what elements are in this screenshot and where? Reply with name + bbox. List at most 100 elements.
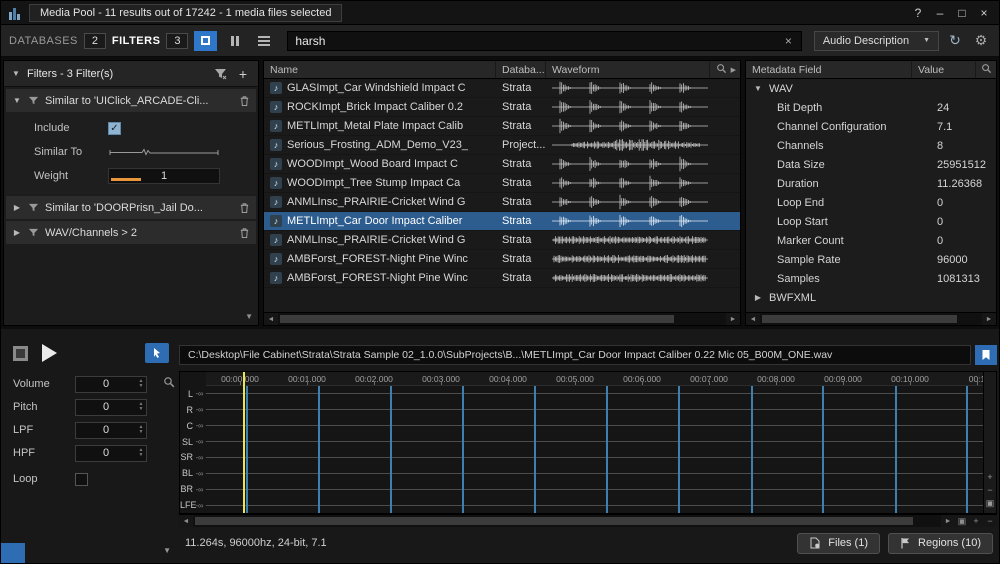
scroll-down-icon[interactable]: ▼ [163, 546, 171, 555]
file-path-field[interactable]: C:\Desktop\File Cabinet\Strata\Strata Sa… [179, 345, 971, 365]
scroll-left-icon[interactable]: ◄ [746, 313, 760, 326]
metadata-horizontal-scrollbar[interactable]: ◄ ► [746, 312, 996, 325]
scrollbar-track[interactable] [193, 515, 941, 527]
weight-slider[interactable]: 1 [108, 168, 220, 184]
filter-group-header[interactable]: ▼Similar to 'UIClick_ARCADE-Cli... [6, 89, 256, 112]
chevron-icon[interactable]: ▼ [12, 96, 22, 105]
column-header-waveform[interactable]: Waveform [546, 61, 710, 78]
time-ruler[interactable]: 00:00.00000:01.00000:02.00000:03.00000:0… [206, 372, 983, 386]
fit-view-icon[interactable]: ▣ [986, 499, 995, 508]
waveform-vertical-scrollbar[interactable]: + − ▣ [983, 372, 996, 513]
files-button[interactable]: Files (1) [797, 533, 880, 554]
play-button[interactable] [42, 344, 57, 362]
stop-button[interactable] [13, 346, 28, 361]
view-mode-button[interactable] [194, 31, 217, 51]
zoom-icon[interactable] [163, 375, 175, 393]
scrollbar-thumb[interactable] [195, 517, 913, 525]
scrollbar-thumb[interactable] [762, 315, 957, 323]
chevron-icon[interactable]: ▶ [12, 228, 22, 237]
metadata-row[interactable]: Bit Depth24 [746, 98, 996, 117]
table-row[interactable]: ♪ANMLInsc_PRAIRIE-Cricket Wind GStrata [264, 231, 740, 250]
spinner-down-icon[interactable]: ▼ [139, 407, 144, 412]
spinner-arrows[interactable]: ▲▼ [136, 402, 146, 412]
table-row[interactable]: ♪METLImpt_Metal Plate Impact CalibStrata [264, 117, 740, 136]
settings-button[interactable]: ⚙ [971, 31, 991, 51]
column-header-value[interactable]: Value [912, 61, 976, 78]
list-view-button[interactable] [252, 31, 275, 51]
similarity-curve[interactable] [108, 145, 244, 159]
delete-filter-icon[interactable] [239, 95, 250, 107]
include-checkbox[interactable]: ✓ [108, 122, 121, 135]
metadata-row[interactable]: Marker Count0 [746, 231, 996, 250]
maximize-button[interactable]: □ [951, 4, 973, 22]
metadata-row[interactable]: Loop Start0 [746, 212, 996, 231]
metadata-row[interactable]: Data Size25951512 [746, 155, 996, 174]
table-row[interactable]: ♪WOODImpt_Tree Stump Impact CaStrata [264, 174, 740, 193]
param-value-field[interactable]: 0▲▼ [75, 445, 147, 462]
chevron-icon[interactable]: ▼ [753, 84, 763, 93]
zoom-in-horizontal-icon[interactable]: + [969, 515, 983, 528]
zoom-in-icon[interactable]: + [987, 473, 992, 482]
chevron-icon[interactable]: ▶ [12, 203, 22, 212]
spinner-down-icon[interactable]: ▼ [139, 430, 144, 435]
add-filter-button[interactable]: + [235, 66, 251, 82]
table-row[interactable]: ♪METLImpt_Car Door Impact CaliberStrata [264, 212, 740, 231]
close-button[interactable]: × [973, 4, 995, 22]
spinner-down-icon[interactable]: ▼ [139, 453, 144, 458]
metadata-row[interactable]: Samples1081313 [746, 269, 996, 288]
table-row[interactable]: ♪WOODImpt_Wood Board Impact CStrata [264, 155, 740, 174]
scroll-right-icon[interactable]: ► [941, 515, 955, 528]
regions-button[interactable]: Regions (10) [888, 533, 993, 554]
zoom-out-icon[interactable]: − [987, 486, 992, 495]
refresh-button[interactable]: ↻ [945, 31, 965, 51]
filter-group-header[interactable]: ▶WAV/Channels > 2 [6, 221, 256, 244]
metadata-row[interactable]: Channel Configuration7.1 [746, 117, 996, 136]
waveform-horizontal-scrollbar[interactable]: ◄ ► ▣ + − [179, 514, 997, 527]
pause-results-button[interactable] [223, 31, 246, 51]
table-row[interactable]: ♪AMBForst_FOREST-Night Pine WincStrata [264, 250, 740, 269]
metadata-row[interactable]: Duration11.26368 [746, 174, 996, 193]
minimize-button[interactable]: – [929, 4, 951, 22]
scroll-right-icon[interactable]: ► [726, 313, 740, 326]
loop-checkbox[interactable] [75, 473, 88, 486]
autoplay-toggle[interactable] [145, 343, 169, 363]
delete-filter-icon[interactable] [239, 202, 250, 214]
metadata-row[interactable]: Sample Rate96000 [746, 250, 996, 269]
clear-search-icon[interactable]: × [783, 34, 794, 48]
collapse-panel-icon[interactable]: ▶ [731, 66, 736, 74]
table-row[interactable]: ♪GLASImpt_Car Windshield Impact CStrata [264, 79, 740, 98]
spinner-arrows[interactable]: ▲▼ [136, 425, 146, 435]
delete-filter-icon[interactable] [239, 227, 250, 239]
metadata-group-row[interactable]: ▼WAV [746, 79, 996, 98]
databases-tab[interactable]: DATABASES [9, 35, 78, 47]
search-input[interactable] [295, 34, 782, 48]
waveform-display[interactable]: 00:00.00000:01.00000:02.00000:03.00000:0… [179, 371, 997, 514]
chevron-icon[interactable]: ▶ [753, 293, 763, 302]
filters-tab[interactable]: FILTERS [112, 35, 161, 47]
help-button[interactable]: ? [907, 4, 929, 22]
scrollbar-track[interactable] [760, 313, 982, 325]
table-row[interactable]: ♪Serious_Frosting_ADM_Demo_V23_Project..… [264, 136, 740, 155]
scroll-down-icon[interactable]: ▼ [245, 312, 253, 321]
description-dropdown[interactable]: Audio Description ▼ [814, 31, 939, 51]
corner-panel-button[interactable] [1, 543, 25, 563]
metadata-row[interactable]: Loop End0 [746, 193, 996, 212]
spinner-down-icon[interactable]: ▼ [139, 384, 144, 389]
playhead[interactable] [243, 372, 245, 513]
scrollbar-track[interactable] [278, 313, 726, 325]
scrollbar-thumb[interactable] [280, 315, 674, 323]
param-value-field[interactable]: 0▲▼ [75, 422, 147, 439]
metadata-group-row[interactable]: ▶BWFXML [746, 288, 996, 307]
param-value-field[interactable]: 0▲▼ [75, 399, 147, 416]
scroll-left-icon[interactable]: ◄ [179, 515, 193, 528]
column-header-database[interactable]: Databa... [496, 61, 546, 78]
spinner-arrows[interactable]: ▲▼ [136, 379, 146, 389]
search-metadata-icon[interactable] [981, 63, 992, 77]
clear-filters-button[interactable] [211, 65, 229, 83]
table-row[interactable]: ♪ROCKImpt_Brick Impact Caliber 0.2Strata [264, 98, 740, 117]
filter-group-header[interactable]: ▶Similar to 'DOORPrisn_Jail Do... [6, 196, 256, 219]
marker-button[interactable] [975, 345, 997, 365]
param-value-field[interactable]: 0▲▼ [75, 376, 147, 393]
scroll-right-icon[interactable]: ► [982, 313, 996, 326]
fit-horizontal-icon[interactable]: ▣ [955, 515, 969, 528]
